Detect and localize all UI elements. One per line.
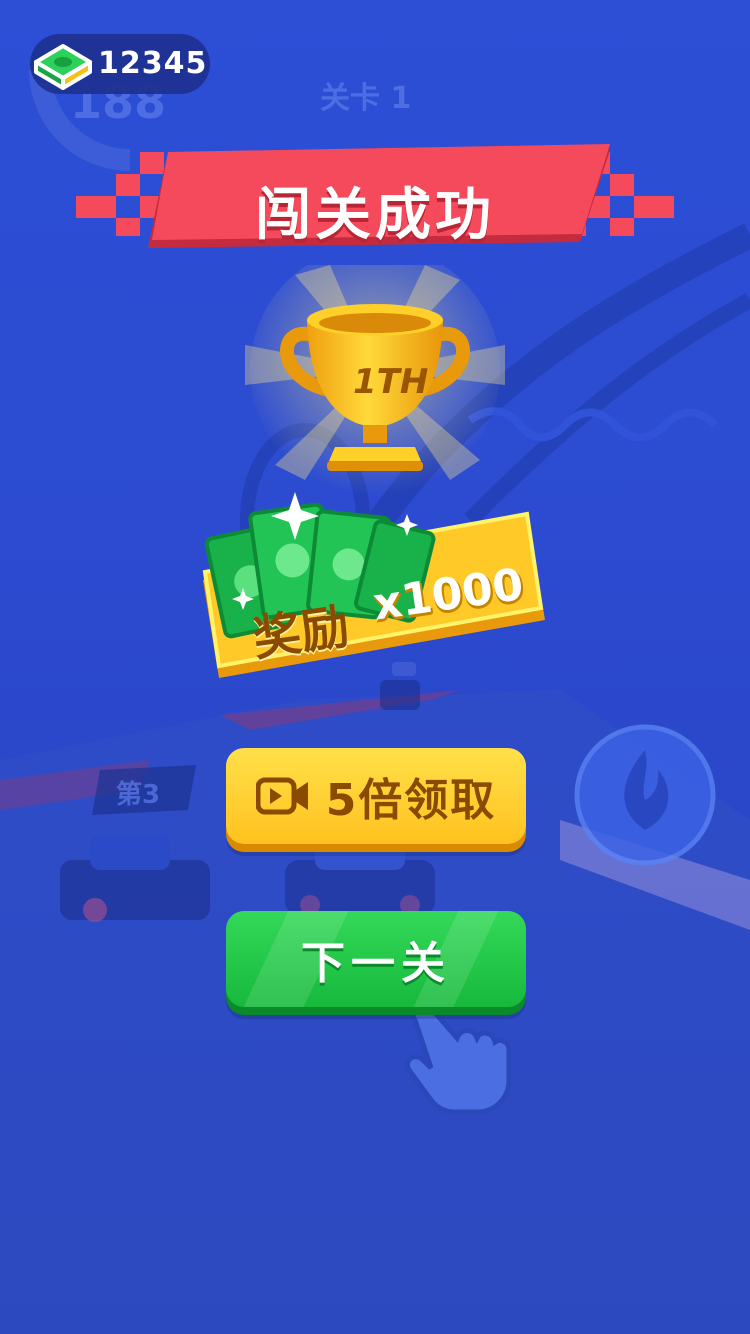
reward-label: 奖励 — [249, 598, 353, 668]
level-label: 关卡 1 — [320, 81, 411, 116]
nitro-boost-icon — [574, 724, 716, 866]
trophy-rank: 1TH — [353, 362, 428, 402]
success-title: 闯关成功 — [255, 183, 495, 248]
game-result-screen: 188 关卡 1 第3 12345 闯关成功 1TH 奖励 x1000 5倍领取… — [0, 0, 750, 1334]
currency-value: 12345 — [98, 46, 208, 81]
claim-5x-video-button[interactable]: 5倍领取 — [226, 748, 526, 844]
next-level-label: 下一关 — [301, 938, 451, 989]
trophy-icon: 1TH — [245, 265, 505, 495]
next-level-button[interactable]: 下一关 — [226, 911, 526, 1007]
rank-sign: 第3 — [116, 779, 160, 810]
cash-stack-icon — [34, 44, 92, 90]
claim-5x-label: 5倍领取 — [325, 775, 497, 826]
video-camera-icon — [255, 777, 308, 815]
